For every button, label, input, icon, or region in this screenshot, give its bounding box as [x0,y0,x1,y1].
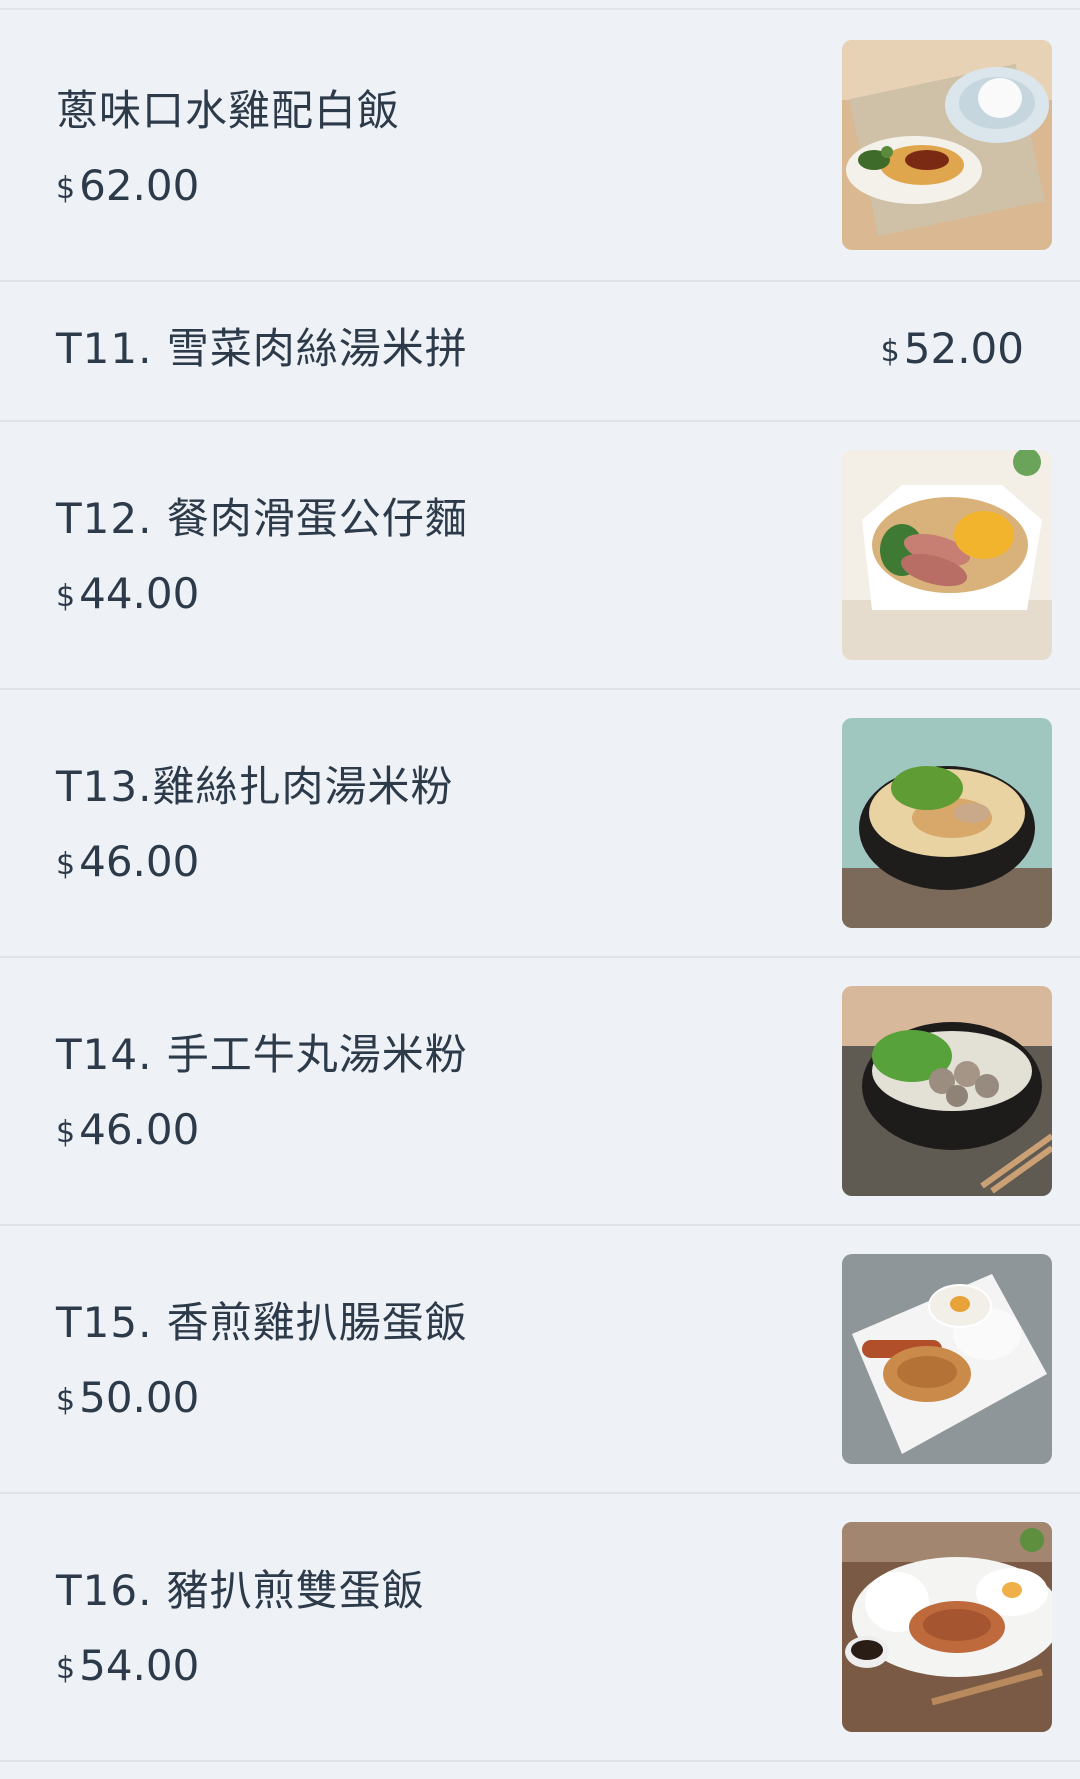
menu-item-price: $46.00 [56,1105,200,1154]
currency-symbol: $ [56,847,76,882]
currency-symbol: $ [880,334,900,369]
currency-symbol: $ [56,1115,76,1150]
menu-item[interactable]: 蔥味口水雞配白飯 $62.00 [0,10,1080,282]
menu-item-price: $54.00 [56,1641,200,1690]
menu-item-name: T14. 手工牛丸湯米粉 [56,1030,468,1079]
menu-item-price: $62.00 [56,161,200,210]
menu-item-name: T16. 豬扒煎雙蛋飯 [56,1566,425,1615]
menu-item[interactable]: T16. 豬扒煎雙蛋飯 $54.00 [0,1494,1080,1762]
menu-item-name: T15. 香煎雞扒腸蛋飯 [56,1298,468,1347]
menu-item[interactable]: T11. 雪菜肉絲湯米拼 $52.00 [0,282,1080,422]
menu-item-name: T13.雞絲扎肉湯米粉 [56,762,454,811]
menu-item[interactable]: T14. 手工牛丸湯米粉 $46.00 [0,958,1080,1226]
currency-symbol: $ [56,1383,76,1418]
menu-item[interactable]: T13.雞絲扎肉湯米粉 $46.00 [0,690,1080,958]
currency-symbol: $ [56,171,76,206]
currency-symbol: $ [56,1651,76,1686]
menu-item[interactable]: T12. 餐肉滑蛋公仔麵 $44.00 [0,422,1080,690]
pork-chop-double-egg-rice-photo [842,1522,1052,1732]
menu-item-name: T12. 餐肉滑蛋公仔麵 [56,494,468,543]
chicken-pork-rice-noodle-photo [842,718,1052,928]
luncheon-meat-egg-noodle-photo [842,450,1052,660]
menu-item-price: $46.00 [56,837,200,886]
beef-ball-rice-noodle-photo [842,986,1052,1196]
drool-chicken-rice-photo [842,40,1052,250]
menu-item[interactable]: T15. 香煎雞扒腸蛋飯 $50.00 [0,1226,1080,1494]
menu-item-name: 蔥味口水雞配白飯 [56,86,401,135]
menu-item-price: $52.00 [880,324,1024,373]
currency-symbol: $ [56,579,76,614]
divider [0,0,1080,10]
menu-item-price: $50.00 [56,1373,200,1422]
menu-item-name: T11. 雪菜肉絲湯米拼 [56,324,468,373]
chicken-chop-sausage-egg-rice-photo [842,1254,1052,1464]
menu-list: 蔥味口水雞配白飯 $62.00 T11. 雪菜肉絲湯米拼 $52.00 T12.… [0,0,1080,1779]
menu-item-price: $44.00 [56,569,200,618]
